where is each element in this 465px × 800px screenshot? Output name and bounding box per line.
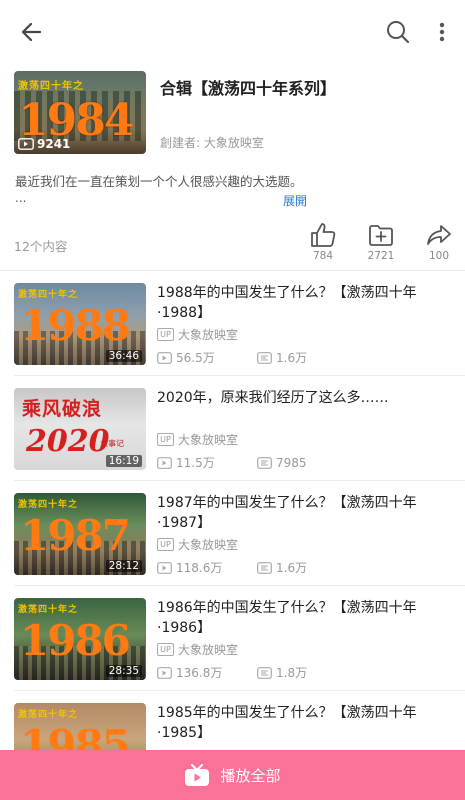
uploader-row: UP 大象放映室 xyxy=(157,641,238,658)
danmaku-icon xyxy=(257,561,272,574)
danmaku-group: 7985 xyxy=(257,456,307,470)
danmaku-count: 1.6万 xyxy=(276,351,308,365)
view-count: 136.8万 xyxy=(176,666,223,680)
video-item[interactable]: 激荡四十年之 1987 28:12 1987年的中国发生了什么？【激荡四十年·1… xyxy=(0,481,465,586)
video-duration: 36:46 xyxy=(105,350,142,362)
video-item[interactable]: 激荡四十年之 1988 36:46 1988年的中国发生了什么？【激荡四十年·1… xyxy=(0,271,465,376)
play-count-value: 9241 xyxy=(37,137,71,151)
video-title[interactable]: 2020年，原来我们经历了这么多…… xyxy=(157,388,447,408)
thumbnail-tag: 大事记 xyxy=(100,439,124,448)
up-badge-icon: UP xyxy=(157,643,174,656)
video-title[interactable]: 1988年的中国发生了什么？【激荡四十年·1988】 xyxy=(157,283,447,323)
video-stats: 118.6万 1.6万 xyxy=(157,559,307,576)
play-count-icon xyxy=(157,666,172,679)
video-title[interactable]: 1986年的中国发生了什么？【激荡四十年·1986】 xyxy=(157,598,447,638)
thumbnail-year: 1986 xyxy=(20,616,131,665)
thumbs-up-icon xyxy=(311,223,336,247)
danmaku-group: 1.8万 xyxy=(257,664,307,681)
view-count: 11.5万 xyxy=(176,456,215,470)
share-arrow-icon xyxy=(427,225,451,245)
video-stats: 56.5万 1.6万 xyxy=(157,349,307,366)
views-group: 118.6万 xyxy=(157,559,257,576)
share-count: 100 xyxy=(428,250,450,262)
uploader-name: 大象放映室 xyxy=(178,328,239,342)
view-count: 56.5万 xyxy=(176,351,215,365)
danmaku-group: 1.6万 xyxy=(257,559,307,576)
expand-description-link[interactable]: 展開 xyxy=(283,192,307,209)
uploader-row: UP 大象放映室 xyxy=(157,431,238,448)
video-item[interactable]: 乘风破浪 2020 大事记 16:19 2020年，原来我们经历了这么多…… U… xyxy=(0,376,465,481)
video-item[interactable]: 激荡四十年之 1986 28:35 1986年的中国发生了什么？【激荡四十年·1… xyxy=(0,586,465,691)
video-title[interactable]: 1985年的中国发生了什么？【激荡四十年·1985】 xyxy=(157,703,447,743)
search-icon[interactable] xyxy=(384,18,412,46)
play-count-icon xyxy=(18,138,34,150)
danmaku-count: 1.6万 xyxy=(276,561,308,575)
playlist-creator[interactable]: 創建者: 大象放映室 xyxy=(160,134,264,151)
play-all-label: 播放全部 xyxy=(220,766,281,785)
favorite-count: 2721 xyxy=(367,250,395,262)
video-stats: 136.8万 1.8万 xyxy=(157,664,307,681)
more-vertical-icon[interactable] xyxy=(430,18,454,46)
danmaku-count: 1.8万 xyxy=(276,666,308,680)
play-count-icon xyxy=(157,351,172,364)
video-thumbnail[interactable]: 乘风破浪 2020 大事记 16:19 xyxy=(14,388,146,470)
thumbnail-caption: 乘风破浪 xyxy=(22,398,103,420)
playlist-description: 最近我们在一直在策划一个个人很感兴趣的大选题。 xyxy=(15,174,303,189)
video-duration: 28:35 xyxy=(105,665,142,677)
thumbnail-caption: 激荡四十年之 xyxy=(18,290,79,300)
view-count: 118.6万 xyxy=(176,561,223,575)
video-stats: 11.5万 7985 xyxy=(157,454,307,471)
video-duration: 28:12 xyxy=(105,560,142,572)
back-arrow-icon[interactable] xyxy=(18,18,46,46)
up-badge-icon: UP xyxy=(157,538,174,551)
cover-caption: 激荡四十年之 xyxy=(18,81,84,92)
uploader-name: 大象放映室 xyxy=(178,643,239,657)
play-count-icon xyxy=(157,561,172,574)
thumbnail-year: 1988 xyxy=(20,301,131,350)
thumbnail-caption: 激荡四十年之 xyxy=(18,605,79,615)
tv-play-icon xyxy=(185,764,210,786)
danmaku-group: 1.6万 xyxy=(257,349,307,366)
views-group: 11.5万 xyxy=(157,454,257,471)
playlist-cover[interactable]: 激荡四十年之 1984 9241 xyxy=(14,71,146,154)
content-count: 12个内容 xyxy=(14,239,68,254)
playlist-title: 合辑【激荡四十年系列】 xyxy=(160,79,337,98)
favorite-button[interactable]: 2721 xyxy=(361,222,401,262)
cover-play-count: 9241 xyxy=(18,137,70,151)
danmaku-icon xyxy=(257,456,272,469)
play-all-button[interactable]: 播放全部 xyxy=(0,750,465,800)
video-thumbnail[interactable]: 激荡四十年之 1986 28:35 xyxy=(14,598,146,680)
video-thumbnail[interactable]: 激荡四十年之 1987 28:12 xyxy=(14,493,146,575)
thumbnail-year: 2020 xyxy=(26,424,110,459)
top-bar xyxy=(0,0,465,64)
description-ellipsis: ... xyxy=(15,191,27,205)
danmaku-icon xyxy=(257,351,272,364)
play-count-icon xyxy=(157,456,172,469)
uploader-row: UP 大象放映室 xyxy=(157,326,238,343)
folder-add-icon xyxy=(369,225,393,246)
thumbnail-caption: 激荡四十年之 xyxy=(18,710,79,720)
like-count: 784 xyxy=(312,250,334,262)
views-group: 56.5万 xyxy=(157,349,257,366)
uploader-name: 大象放映室 xyxy=(178,538,239,552)
thumbnail-caption: 激荡四十年之 xyxy=(18,500,79,510)
video-thumbnail[interactable]: 激荡四十年之 1988 36:46 xyxy=(14,283,146,365)
danmaku-count: 7985 xyxy=(276,455,307,470)
share-button[interactable]: 100 xyxy=(419,222,459,262)
video-duration: 16:19 xyxy=(105,455,142,467)
uploader-row: UP 大象放映室 xyxy=(157,536,238,553)
uploader-name: 大象放映室 xyxy=(178,433,239,447)
like-button[interactable]: 784 xyxy=(303,222,343,262)
up-badge-icon: UP xyxy=(157,433,174,446)
video-title[interactable]: 1987年的中国发生了什么？【激荡四十年·1987】 xyxy=(157,493,447,533)
up-badge-icon: UP xyxy=(157,328,174,341)
danmaku-icon xyxy=(257,666,272,679)
thumbnail-year: 1987 xyxy=(20,511,131,560)
views-group: 136.8万 xyxy=(157,664,257,681)
